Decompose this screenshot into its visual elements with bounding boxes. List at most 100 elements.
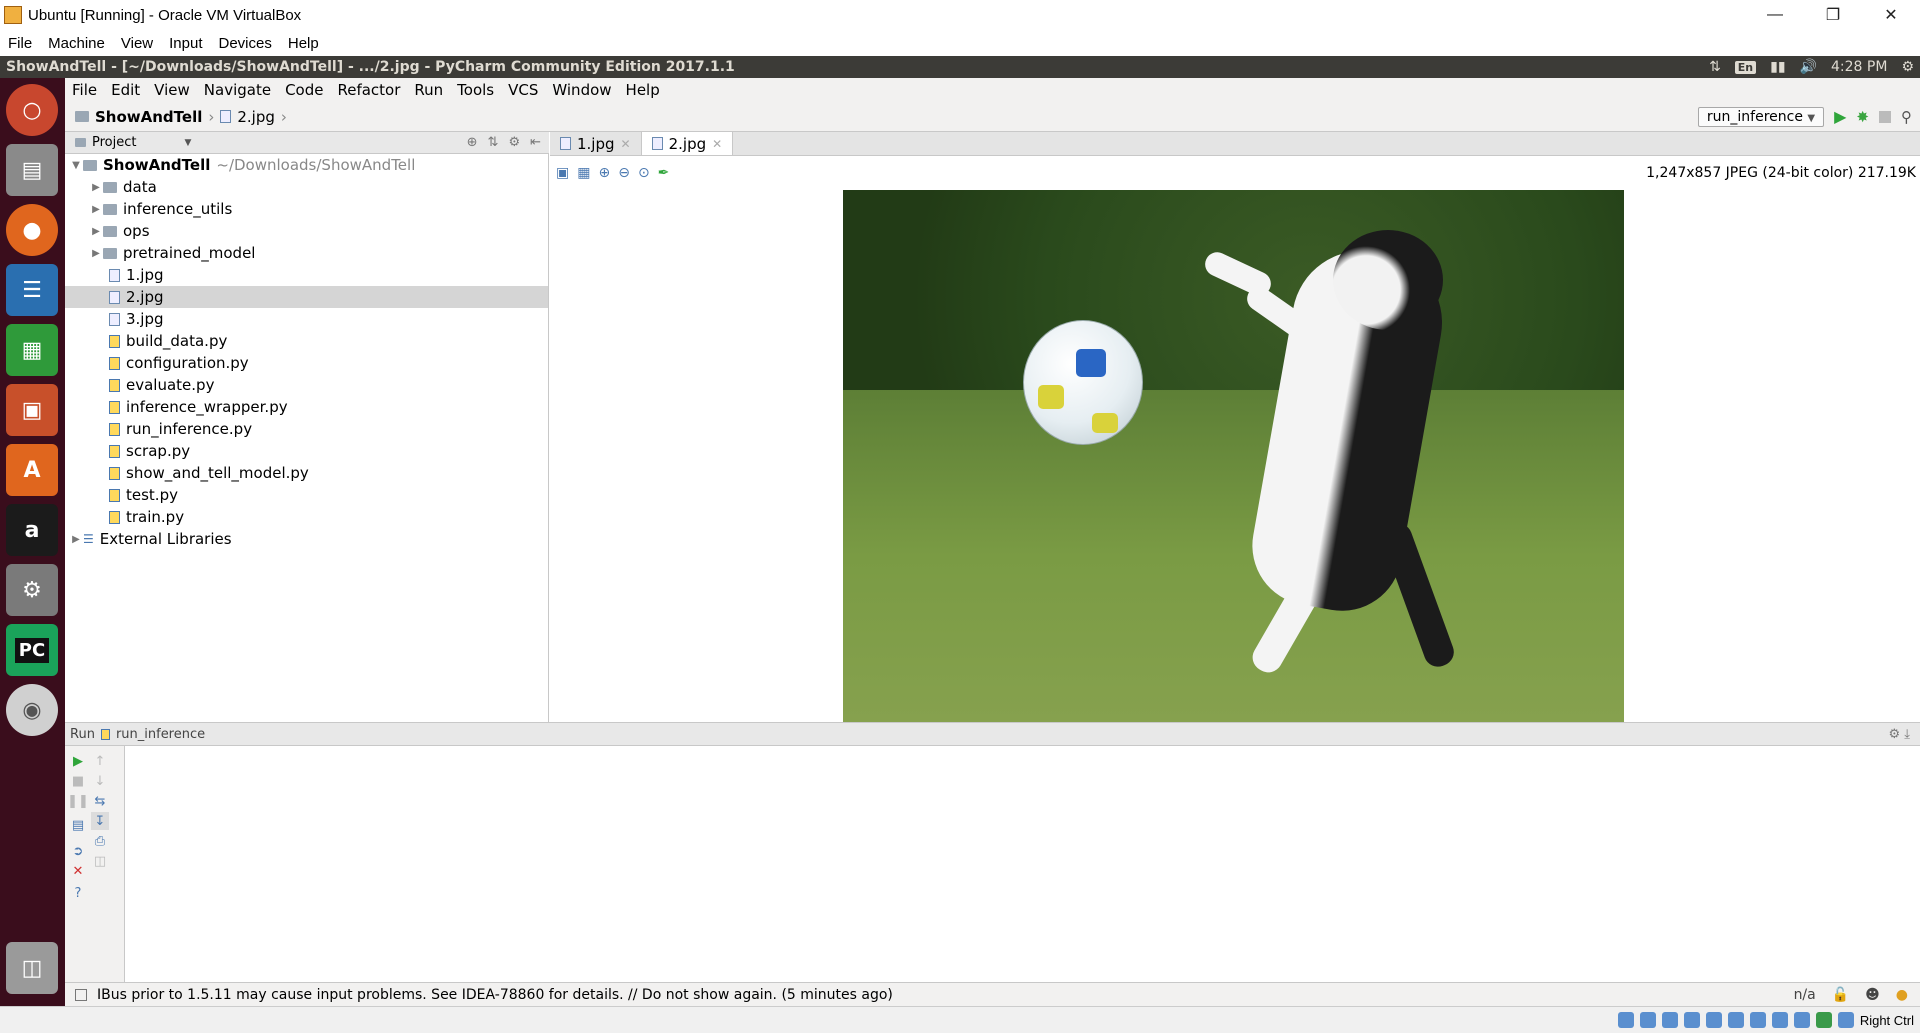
soft-wrap-icon[interactable]: ⇆	[91, 792, 109, 810]
tab-1jpg[interactable]: 1.jpg ✕	[550, 132, 642, 155]
trash-icon[interactable]: ◫	[6, 942, 58, 994]
rerun-icon[interactable]: ▶	[69, 752, 87, 770]
menu-vcs[interactable]: VCS	[501, 81, 545, 99]
tree-file[interactable]: 3.jpg	[65, 308, 548, 330]
scroll-up-icon[interactable]: ↑	[91, 752, 109, 770]
tree-folder[interactable]: ▶ ops	[65, 220, 548, 242]
clock[interactable]: 4:28 PM	[1831, 59, 1887, 75]
stop-icon[interactable]: ■	[69, 772, 87, 790]
search-icon[interactable]: ⚲	[1901, 108, 1912, 126]
breadcrumb-project[interactable]: ShowAndTell	[95, 108, 202, 126]
chevron-down-icon[interactable]: ▼	[184, 138, 191, 148]
vbox-menu-devices[interactable]: Devices	[211, 35, 280, 52]
impress-icon[interactable]: ▣	[6, 384, 58, 436]
firefox-icon[interactable]: ●	[6, 204, 58, 256]
menu-run[interactable]: Run	[407, 81, 450, 99]
tree-file[interactable]: configuration.py	[65, 352, 548, 374]
expand-arrow-icon[interactable]: ▶	[89, 226, 103, 237]
close-tab-icon[interactable]: ✕	[712, 137, 722, 151]
expand-arrow-icon[interactable]: ▶	[89, 248, 103, 259]
expand-arrow-icon[interactable]: ▼	[69, 160, 83, 171]
stop-icon[interactable]	[1879, 110, 1891, 123]
menu-window[interactable]: Window	[545, 81, 618, 99]
network-icon[interactable]: ⇅	[1709, 59, 1721, 75]
pin-icon[interactable]: ➲	[69, 842, 87, 860]
tree-folder[interactable]: ▶ data	[65, 176, 548, 198]
menu-refactor[interactable]: Refactor	[330, 81, 407, 99]
optical-drive-icon[interactable]	[1639, 1012, 1656, 1028]
run-console[interactable]: ▶ ■ ❚❚ ▤ ➲ ✕ ? ↑ ↓ ⇆ ↧ ⎙ ◫	[65, 746, 1920, 982]
debug-bug-icon[interactable]: ✸	[1856, 108, 1869, 126]
grid-toggle-icon[interactable]: ▦	[577, 165, 590, 181]
status-message[interactable]: IBus prior to 1.5.11 may cause input pro…	[97, 987, 893, 1003]
writer-icon[interactable]: ☰	[6, 264, 58, 316]
expand-arrow-icon[interactable]: ▶	[89, 182, 103, 193]
system-settings-icon[interactable]: ⚙	[6, 564, 58, 616]
vbox-menu-view[interactable]: View	[113, 35, 161, 52]
run-play-icon[interactable]: ▶	[1834, 107, 1846, 126]
vbox-menu-help[interactable]: Help	[280, 35, 327, 52]
vbox-menu-file[interactable]: File	[0, 35, 40, 52]
tree-file[interactable]: 1.jpg	[65, 264, 548, 286]
volume-icon[interactable]: 🔊	[1800, 59, 1817, 75]
pause-icon[interactable]: ❚❚	[67, 792, 89, 810]
expand-arrow-icon[interactable]: ▶	[89, 204, 103, 215]
tree-external-libraries[interactable]: ▶ ☰ External Libraries	[65, 528, 548, 550]
gear-icon[interactable]: ⚙	[508, 135, 520, 150]
tree-file[interactable]: show_and_tell_model.py	[65, 462, 548, 484]
tool-windows-icon[interactable]	[75, 988, 87, 1001]
usb-icon[interactable]	[1705, 1012, 1722, 1028]
battery-icon[interactable]: ▮▮	[1770, 59, 1785, 75]
tree-file[interactable]: scrap.py	[65, 440, 548, 462]
calc-icon[interactable]: ▦	[6, 324, 58, 376]
menu-code[interactable]: Code	[278, 81, 330, 99]
mouse-integration-icon[interactable]	[1815, 1012, 1832, 1028]
files-icon[interactable]: ▤	[6, 144, 58, 196]
vbox-menu-input[interactable]: Input	[161, 35, 210, 52]
menu-navigate[interactable]: Navigate	[197, 81, 278, 99]
hide-panel-icon[interactable]: ⇤	[530, 135, 541, 150]
expand-arrow-icon[interactable]: ▶	[69, 534, 83, 545]
audio-icon[interactable]	[1661, 1012, 1678, 1028]
minimize-icon[interactable]: —	[1746, 0, 1804, 30]
actual-size-icon[interactable]: ⊙	[638, 165, 650, 181]
restore-layout-icon[interactable]: ▤	[69, 816, 87, 834]
help-icon[interactable]: ?	[69, 884, 87, 902]
tree-file[interactable]: inference_wrapper.py	[65, 396, 548, 418]
inspector-icon[interactable]: ☻	[1865, 987, 1880, 1003]
software-center-icon[interactable]: A	[6, 444, 58, 496]
hard-disk-icon[interactable]	[1617, 1012, 1634, 1028]
amazon-icon[interactable]: a	[6, 504, 58, 556]
tree-root[interactable]: ▼ ShowAndTell ~/Downloads/ShowAndTell	[65, 154, 548, 176]
menu-edit[interactable]: Edit	[104, 81, 147, 99]
lock-icon[interactable]: 🔓	[1832, 987, 1849, 1003]
scroll-to-end-icon[interactable]: ↧	[91, 812, 109, 830]
tree-file[interactable]: run_inference.py	[65, 418, 548, 440]
color-picker-icon[interactable]: ✒	[658, 165, 670, 181]
tree-file-selected[interactable]: 2.jpg	[65, 286, 548, 308]
background-toggle-icon[interactable]: ▣	[556, 165, 569, 181]
close-run-icon[interactable]: ✕	[69, 862, 87, 880]
hide-panel-icon[interactable]: ⤓	[1904, 727, 1910, 742]
clear-all-icon[interactable]: ◫	[91, 852, 109, 870]
video-capture-icon[interactable]	[1771, 1012, 1788, 1028]
project-view-select[interactable]: Project	[92, 135, 136, 150]
menu-view[interactable]: View	[147, 81, 197, 99]
keyboard-icon[interactable]	[1837, 1012, 1854, 1028]
pycharm-icon[interactable]: PC	[6, 624, 58, 676]
zoom-out-icon[interactable]: ⊖	[618, 165, 630, 181]
ubuntu-dash-icon[interactable]: ○	[6, 84, 58, 136]
tree-folder[interactable]: ▶ inference_utils	[65, 198, 548, 220]
tree-file[interactable]: train.py	[65, 506, 548, 528]
close-icon[interactable]: ✕	[1862, 0, 1920, 30]
zoom-in-icon[interactable]: ⊕	[598, 165, 610, 181]
display-icon[interactable]	[1749, 1012, 1766, 1028]
run-configuration-select[interactable]: run_inference ▼	[1697, 106, 1825, 127]
gear-icon[interactable]: ⚙	[1888, 727, 1900, 742]
menu-file[interactable]: File	[65, 81, 104, 99]
shared-folders-icon[interactable]	[1727, 1012, 1744, 1028]
close-tab-icon[interactable]: ✕	[621, 137, 631, 151]
menu-help[interactable]: Help	[619, 81, 667, 99]
run-panel-config[interactable]: run_inference	[116, 727, 205, 742]
tree-file[interactable]: evaluate.py	[65, 374, 548, 396]
